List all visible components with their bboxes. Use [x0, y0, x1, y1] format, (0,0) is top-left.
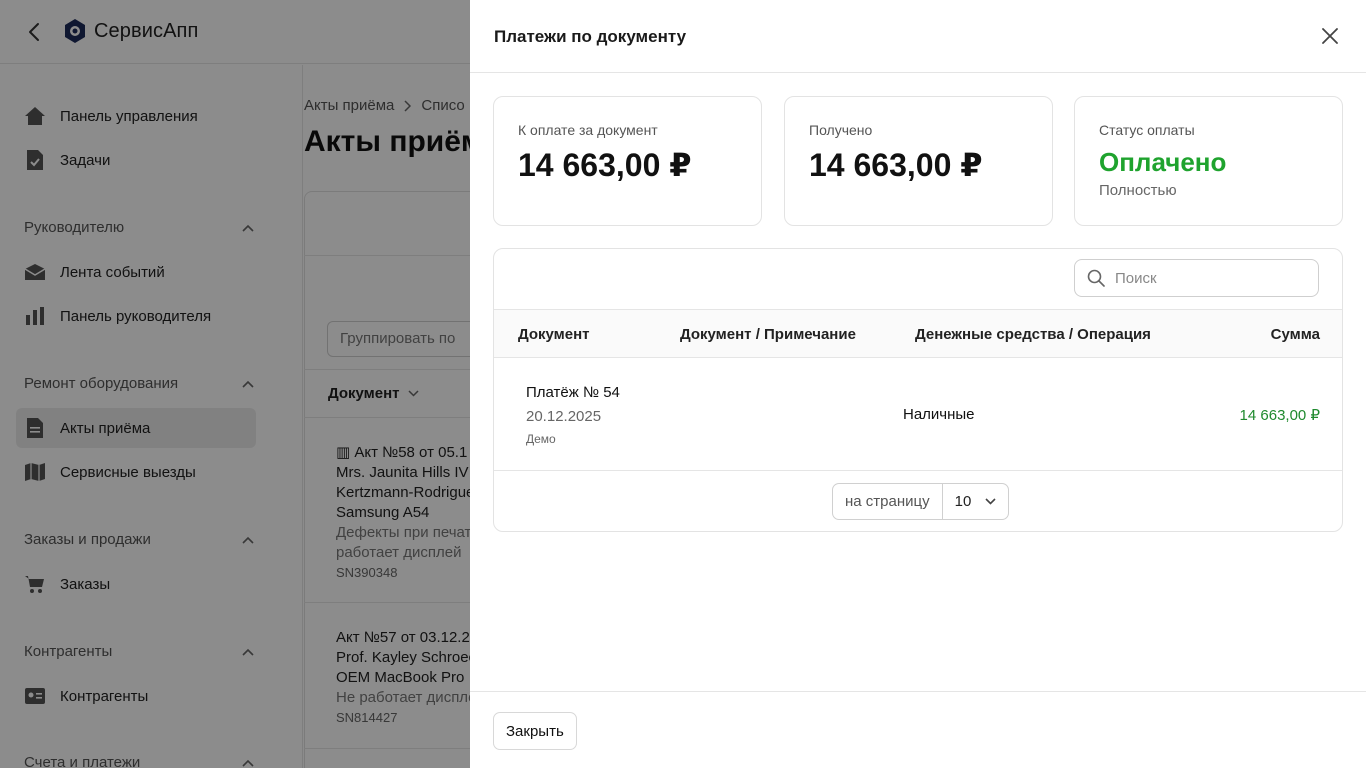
- stat-label: К оплате за документ: [518, 122, 658, 138]
- stat-value: 14 663,00 ₽: [809, 147, 983, 183]
- status-badge: Оплачено: [1099, 147, 1227, 177]
- column-header-document[interactable]: Документ: [518, 326, 590, 343]
- payment-date: 20.12.2025: [526, 408, 602, 425]
- column-header-note[interactable]: Документ / Примечание: [680, 326, 856, 343]
- close-button[interactable]: [1318, 24, 1342, 48]
- search-icon: [1087, 269, 1105, 287]
- payment-note: Демо: [526, 432, 556, 446]
- payments-table: Документ Документ / Примечание Денежные …: [493, 248, 1343, 532]
- chevron-down-icon: [985, 498, 996, 505]
- payments-drawer: Платежи по документу К оплате за докумен…: [470, 0, 1366, 768]
- column-header-operation[interactable]: Денежные средства / Операция: [915, 326, 1151, 343]
- page-size-control[interactable]: на страницу 10: [832, 483, 1010, 520]
- close-icon: [1322, 28, 1338, 44]
- page-size-label: на страницу: [833, 484, 943, 519]
- status-subtext: Полностью: [1099, 182, 1177, 199]
- stat-label: Статус оплаты: [1099, 122, 1195, 138]
- page-size-value: 10: [954, 493, 972, 510]
- payment-amount: 14 663,00 ₽: [1239, 407, 1320, 424]
- column-header-amount[interactable]: Сумма: [1271, 326, 1320, 343]
- close-drawer-button[interactable]: Закрыть: [493, 712, 577, 750]
- stat-card-received: Получено 14 663,00 ₽: [784, 96, 1053, 226]
- search-input[interactable]: [1115, 269, 1305, 287]
- stat-card-status: Статус оплаты Оплачено Полностью: [1074, 96, 1343, 226]
- stat-label: Получено: [809, 122, 873, 138]
- stat-card-due: К оплате за документ 14 663,00 ₽: [493, 96, 762, 226]
- table-row[interactable]: Платёж № 54 20.12.2025 Демо Наличные 14 …: [494, 358, 1342, 471]
- table-header: Документ Документ / Примечание Денежные …: [494, 309, 1342, 358]
- payment-title[interactable]: Платёж № 54: [526, 384, 620, 401]
- drawer-footer: Закрыть: [470, 691, 1366, 768]
- search-field[interactable]: [1074, 259, 1319, 297]
- page-size-select[interactable]: 10: [943, 484, 1009, 519]
- stat-value: 14 663,00 ₽: [518, 147, 692, 183]
- drawer-title: Платежи по документу: [494, 27, 687, 46]
- drawer-header: Платежи по документу: [470, 0, 1366, 73]
- payment-method: Наличные: [903, 406, 975, 423]
